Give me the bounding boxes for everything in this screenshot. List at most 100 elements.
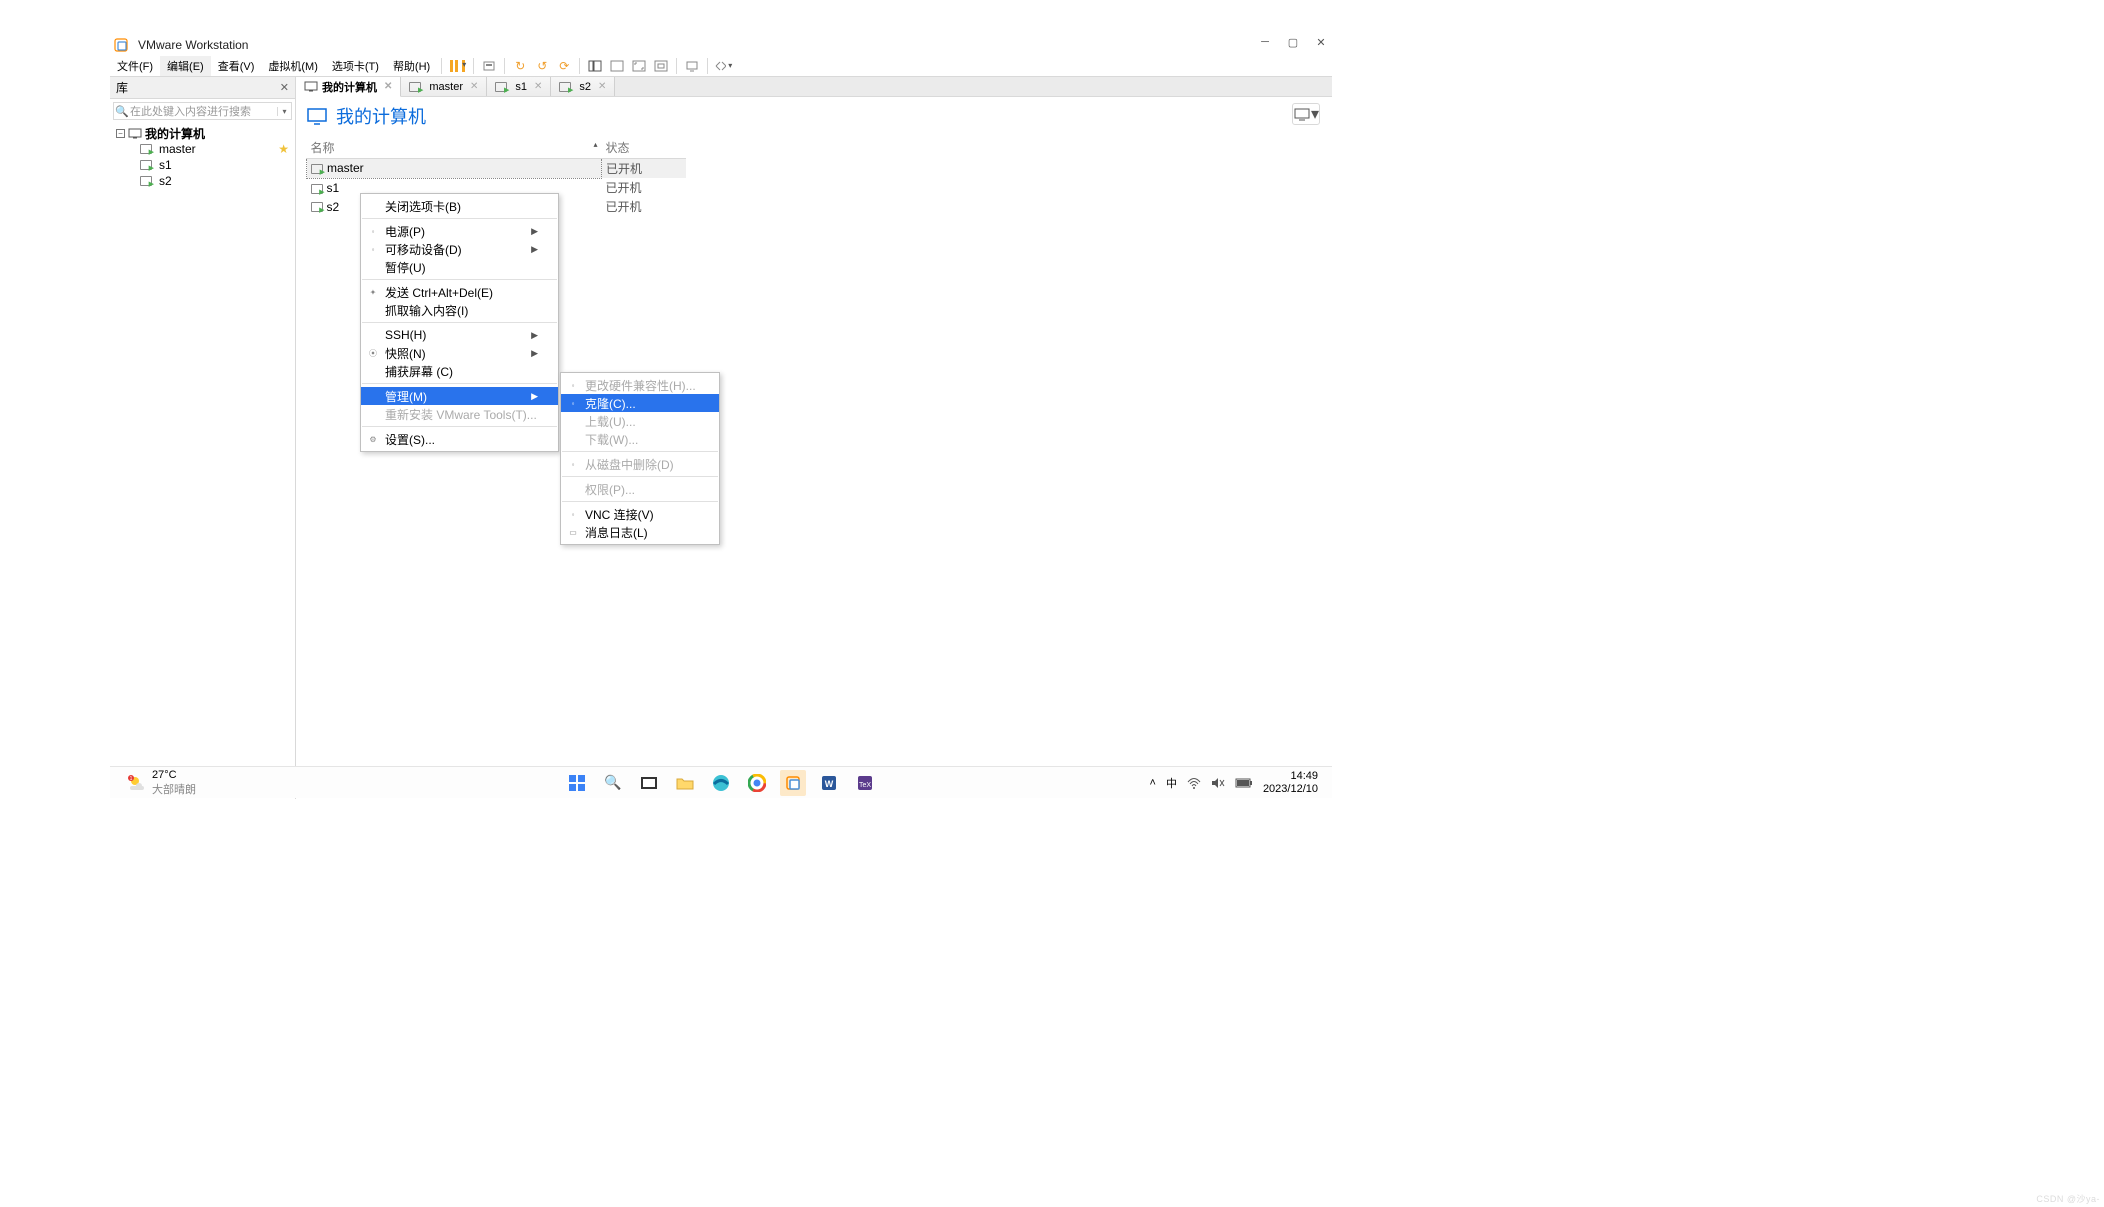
tree-item-master[interactable]: master ★ xyxy=(110,141,295,157)
ctx-ssh[interactable]: SSH(H)▶ xyxy=(361,326,558,344)
ctx-download: 下载(W)... xyxy=(561,430,719,448)
tray-lang[interactable]: 中 xyxy=(1166,775,1177,791)
app-icon xyxy=(114,38,128,52)
clock-time: 14:49 xyxy=(1263,770,1318,782)
tab-s1[interactable]: s1 ✕ xyxy=(487,77,551,96)
table-row[interactable]: master 已开机 xyxy=(307,159,687,179)
view-mode-button[interactable]: ▾ xyxy=(1292,103,1320,125)
unity-icon[interactable] xyxy=(652,57,670,75)
battery-icon[interactable] xyxy=(1235,778,1253,788)
snapshot-icon[interactable] xyxy=(480,57,498,75)
clock2-icon[interactable]: ↺ xyxy=(533,57,551,75)
chrome-icon[interactable] xyxy=(744,770,770,796)
system-tray: ˄ 中 14:49 2023/12/10 xyxy=(1150,770,1333,794)
expand-icon[interactable]: ▾ xyxy=(714,57,732,75)
tab-close-icon[interactable]: ✕ xyxy=(598,81,606,92)
library-close-button[interactable]: ✕ xyxy=(280,81,289,94)
chevron-right-icon: ▶ xyxy=(501,330,538,341)
ctx-send-cad[interactable]: ✦发送 Ctrl+Alt+Del(E) xyxy=(361,283,558,301)
ctx-clone[interactable]: ◦克隆(C)... xyxy=(561,394,719,412)
tab-my-computer[interactable]: 我的计算机 ✕ xyxy=(296,77,401,97)
menu-file[interactable]: 文件(F) xyxy=(110,56,160,76)
tab-close-icon[interactable]: ✕ xyxy=(470,81,478,92)
ctx-removable[interactable]: ◦可移动设备(D)▶ xyxy=(361,240,558,258)
taskview-button[interactable] xyxy=(636,770,662,796)
bullet-icon: ✦ xyxy=(369,288,377,297)
tab-label: s1 xyxy=(515,81,527,93)
tab-close-icon[interactable]: ✕ xyxy=(534,81,542,92)
tabs-bar: 我的计算机 ✕ master ✕ s1 ✕ s2 ✕ xyxy=(296,77,1332,97)
ctx-snapshot[interactable]: ⦿快照(N)▶ xyxy=(361,344,558,362)
menu-tabs[interactable]: 选项卡(T) xyxy=(325,56,386,76)
menu-edit[interactable]: 编辑(E) xyxy=(160,56,211,76)
tree-item-label: s1 xyxy=(159,158,172,172)
pause-button[interactable]: ▾ xyxy=(446,60,469,72)
vm-icon xyxy=(140,160,152,170)
clock-icon[interactable]: ↻ xyxy=(511,57,529,75)
vm-icon xyxy=(311,164,323,174)
menu-view[interactable]: 查看(V) xyxy=(211,56,262,76)
ctx-manage[interactable]: 管理(M)▶ xyxy=(361,387,558,405)
collapse-icon[interactable]: − xyxy=(116,129,125,138)
tab-master[interactable]: master ✕ xyxy=(401,77,487,96)
search-dropdown[interactable]: ▾ xyxy=(277,107,291,116)
tab-s2[interactable]: s2 ✕ xyxy=(551,77,615,96)
layout2-icon[interactable] xyxy=(608,57,626,75)
explorer-icon[interactable] xyxy=(672,770,698,796)
search-icon: 🔍 xyxy=(114,105,130,118)
weather-widget[interactable]: 1 27°C 大部晴朗 xyxy=(110,769,196,797)
cell-status: 已开机 xyxy=(602,197,687,216)
tree-item-s2[interactable]: s2 xyxy=(110,173,295,189)
speaker-mute-icon[interactable] xyxy=(1211,777,1225,789)
ctx-close-tab[interactable]: 关闭选项卡(B) xyxy=(361,197,558,215)
svg-text:W: W xyxy=(825,779,834,789)
tree-item-s1[interactable]: s1 xyxy=(110,157,295,173)
tree-item-label: s2 xyxy=(159,174,172,188)
word-icon[interactable]: W xyxy=(816,770,842,796)
cell-status: 已开机 xyxy=(602,178,687,197)
clock[interactable]: 14:49 2023/12/10 xyxy=(1263,770,1318,794)
maximize-button[interactable]: ▢ xyxy=(1286,35,1300,49)
col-status[interactable]: 状态 xyxy=(602,137,687,159)
search-placeholder: 在此处键入内容进行搜索 xyxy=(130,103,277,119)
library-header: 库 ✕ xyxy=(110,77,295,99)
menu-help[interactable]: 帮助(H) xyxy=(386,56,437,76)
vm-icon xyxy=(559,82,571,92)
layout1-icon[interactable] xyxy=(586,57,604,75)
close-button[interactable]: ✕ xyxy=(1314,35,1328,49)
fullscreen-icon[interactable] xyxy=(630,57,648,75)
library-search[interactable]: 🔍 在此处键入内容进行搜索 ▾ xyxy=(113,102,292,120)
favorite-icon[interactable]: ★ xyxy=(278,142,289,156)
tex-icon[interactable]: TeX xyxy=(852,770,878,796)
search-button[interactable]: 🔍 xyxy=(600,770,626,796)
vmware-taskbar-icon[interactable] xyxy=(780,770,806,796)
tree-root[interactable]: − 我的计算机 xyxy=(110,125,295,141)
sort-icon: ▴ xyxy=(593,140,597,149)
ctx-settings[interactable]: ⚙设置(S)... xyxy=(361,430,558,448)
minimize-button[interactable]: ─ xyxy=(1258,35,1272,49)
bullet-icon: ◦ xyxy=(569,510,577,519)
weather-temp: 27°C xyxy=(152,769,196,781)
screen-icon[interactable] xyxy=(683,57,701,75)
edge-icon[interactable] xyxy=(708,770,734,796)
context-menu-vm: 关闭选项卡(B) ◦电源(P)▶ ◦可移动设备(D)▶ 暂停(U) ✦发送 Ct… xyxy=(360,193,559,452)
ctx-msg-log[interactable]: ▭消息日志(L) xyxy=(561,523,719,541)
weather-icon: 1 xyxy=(128,774,146,792)
ctx-permissions: 权限(P)... xyxy=(561,480,719,498)
ctx-pause[interactable]: 暂停(U) xyxy=(361,258,558,276)
col-name[interactable]: 名称▴ xyxy=(307,137,602,159)
tab-label: master xyxy=(429,81,463,93)
tray-chevron-icon[interactable]: ˄ xyxy=(1150,777,1156,789)
ctx-power[interactable]: ◦电源(P)▶ xyxy=(361,222,558,240)
chevron-right-icon: ▶ xyxy=(501,244,538,255)
vm-icon xyxy=(311,202,323,212)
menu-vm[interactable]: 虚拟机(M) xyxy=(261,56,325,76)
clock-date: 2023/12/10 xyxy=(1263,783,1318,795)
wifi-icon[interactable] xyxy=(1187,777,1201,789)
ctx-vnc[interactable]: ◦VNC 连接(V) xyxy=(561,505,719,523)
ctx-grab-input[interactable]: 抓取输入内容(I) xyxy=(361,301,558,319)
tab-close-icon[interactable]: ✕ xyxy=(384,81,392,92)
clock3-icon[interactable]: ⟳ xyxy=(555,57,573,75)
start-button[interactable] xyxy=(564,770,590,796)
ctx-capture[interactable]: 捕获屏幕 (C) xyxy=(361,362,558,380)
